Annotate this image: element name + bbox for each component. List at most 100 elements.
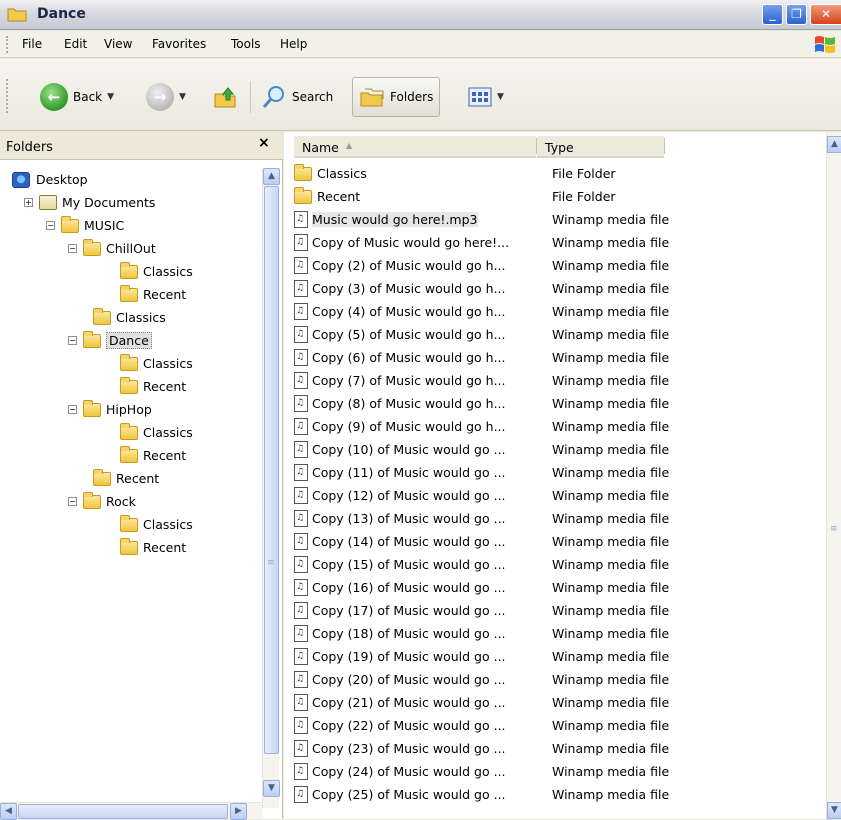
tree-item-rock-classics[interactable]: Classics (120, 513, 193, 536)
list-item[interactable]: Copy (24) of Music would go ... Winamp m… (294, 760, 669, 783)
forward-dropdown-icon[interactable]: ▼ (179, 92, 186, 102)
list-item[interactable]: Copy (19) of Music would go ... Winamp m… (294, 645, 669, 668)
collapse-icon[interactable]: − (68, 405, 77, 414)
mp3-file-icon (294, 763, 308, 780)
tree-item-hiphop-classics[interactable]: Classics (120, 421, 193, 444)
scroll-down-icon[interactable]: ▼ (263, 780, 280, 797)
title-bar[interactable]: Dance _ ❐ ✕ (0, 0, 841, 30)
tree-item-dance[interactable]: − Dance (68, 329, 152, 352)
list-item[interactable]: Copy (11) of Music would go ... Winamp m… (294, 461, 669, 484)
scroll-right-icon[interactable]: ▶ (230, 803, 247, 820)
column-header-name[interactable]: Name ▲ (294, 136, 536, 158)
list-item[interactable]: Copy (10) of Music would go ... Winamp m… (294, 438, 669, 461)
tree-item-rock-recent[interactable]: Recent (120, 536, 186, 559)
tree-item-rock[interactable]: − Rock (68, 490, 136, 513)
list-item[interactable]: Copy (4) of Music would go h... Winamp m… (294, 300, 669, 323)
tree-item-chillout[interactable]: − ChillOut (68, 237, 156, 260)
scroll-thumb[interactable] (18, 804, 228, 819)
list-item[interactable]: Copy (20) of Music would go ... Winamp m… (294, 668, 669, 691)
maximize-button[interactable]: ❐ (786, 4, 807, 25)
scroll-up-icon[interactable]: ▲ (263, 168, 280, 185)
back-button[interactable]: ← Back ▼ (40, 79, 114, 115)
column-type-label: Type (545, 140, 574, 155)
tree-item-music[interactable]: − MUSIC (46, 214, 124, 237)
list-item[interactable]: Copy of Music would go here!... Winamp m… (294, 231, 669, 254)
tree-item-chillout-classics[interactable]: Classics (120, 260, 193, 283)
menu-help[interactable]: Help (280, 37, 307, 51)
tree-item-chillout-recent[interactable]: Recent (120, 283, 186, 306)
tree-item-dance-classics[interactable]: Classics (120, 352, 193, 375)
collapse-icon[interactable]: − (68, 244, 77, 253)
forward-button[interactable]: → ▼ (146, 79, 186, 115)
scroll-down-icon[interactable]: ▼ (827, 802, 841, 819)
file-list-vertical-scrollbar[interactable]: ▲ ≡ ▼ (826, 132, 841, 819)
back-dropdown-icon[interactable]: ▼ (107, 92, 114, 102)
views-icon (468, 87, 492, 107)
folders-button[interactable]: Folders (352, 77, 441, 117)
list-item[interactable]: Recent File Folder (294, 185, 616, 208)
scroll-up-icon[interactable]: ▲ (827, 136, 841, 153)
list-item[interactable]: Copy (6) of Music would go h... Winamp m… (294, 346, 669, 369)
menu-view[interactable]: View (104, 37, 132, 51)
tree-item-classics[interactable]: Classics (93, 306, 166, 329)
collapse-icon[interactable]: − (46, 221, 55, 230)
list-item[interactable]: Copy (13) of Music would go ... Winamp m… (294, 507, 669, 530)
mp3-file-icon (294, 326, 308, 343)
file-name: Copy (17) of Music would go ... (312, 603, 506, 618)
menu-edit[interactable]: Edit (64, 37, 87, 51)
list-item[interactable]: Copy (15) of Music would go ... Winamp m… (294, 553, 669, 576)
close-button[interactable]: ✕ (810, 4, 841, 25)
menubar-grip[interactable] (6, 36, 9, 53)
collapse-icon[interactable]: − (68, 497, 77, 506)
scroll-thumb[interactable] (264, 186, 279, 754)
folders-pane: Folders × Desktop + My Documents − MUSIC… (0, 132, 283, 820)
column-header-type[interactable]: Type (537, 136, 664, 158)
menu-file[interactable]: File (22, 37, 42, 51)
tree-item-dance-recent[interactable]: Recent (120, 375, 186, 398)
file-type: Winamp media file (552, 350, 670, 365)
folders-vertical-scrollbar[interactable]: ▲ ≡ ▼ (262, 168, 280, 808)
menu-tools[interactable]: Tools (231, 37, 261, 51)
tree-item-desktop[interactable]: Desktop (12, 168, 88, 191)
list-item[interactable]: Copy (2) of Music would go h... Winamp m… (294, 254, 669, 277)
expand-icon[interactable]: + (24, 198, 33, 207)
list-item[interactable]: Classics File Folder (294, 162, 616, 185)
list-item[interactable]: Copy (3) of Music would go h... Winamp m… (294, 277, 669, 300)
toolbar-grip[interactable] (6, 79, 9, 113)
close-folders-pane-button[interactable]: × (258, 135, 270, 151)
list-item[interactable]: Copy (16) of Music would go ... Winamp m… (294, 576, 669, 599)
mp3-file-icon (294, 671, 308, 688)
views-dropdown-icon[interactable]: ▼ (497, 92, 504, 102)
tree-item-hiphop[interactable]: − HipHop (68, 398, 152, 421)
folders-icon (360, 88, 384, 107)
list-item[interactable]: Music would go here!.mp3 Winamp media fi… (294, 208, 669, 231)
collapse-icon[interactable]: − (68, 336, 77, 345)
tree-item-label: ChillOut (106, 241, 156, 256)
list-item[interactable]: Copy (25) of Music would go ... Winamp m… (294, 783, 669, 806)
minimize-button[interactable]: _ (762, 4, 783, 25)
tree-item-my-documents[interactable]: + My Documents (24, 191, 155, 214)
menu-favorites[interactable]: Favorites (152, 37, 206, 51)
list-item[interactable]: Copy (12) of Music would go ... Winamp m… (294, 484, 669, 507)
list-item[interactable]: Copy (8) of Music would go h... Winamp m… (294, 392, 669, 415)
list-item[interactable]: Copy (23) of Music would go ... Winamp m… (294, 737, 669, 760)
list-item[interactable]: Copy (5) of Music would go h... Winamp m… (294, 323, 669, 346)
views-button[interactable]: ▼ (468, 79, 504, 115)
folders-horizontal-scrollbar[interactable]: ◀ ▶ (0, 802, 262, 820)
folders-pane-header: Folders × (0, 132, 283, 160)
list-item[interactable]: Copy (17) of Music would go ... Winamp m… (294, 599, 669, 622)
tree-item-recent[interactable]: Recent (93, 467, 159, 490)
scroll-left-icon[interactable]: ◀ (0, 803, 17, 820)
list-item[interactable]: Copy (14) of Music would go ... Winamp m… (294, 530, 669, 553)
file-name: Copy (6) of Music would go h... (312, 350, 506, 365)
search-button[interactable]: Search (261, 79, 333, 115)
list-item[interactable]: Copy (22) of Music would go ... Winamp m… (294, 714, 669, 737)
list-item[interactable]: Copy (7) of Music would go h... Winamp m… (294, 369, 669, 392)
list-item[interactable]: Copy (9) of Music would go h... Winamp m… (294, 415, 669, 438)
up-folder-button[interactable] (212, 79, 238, 115)
tree-item-hiphop-recent[interactable]: Recent (120, 444, 186, 467)
column-divider[interactable] (664, 138, 665, 154)
list-item[interactable]: Copy (18) of Music would go ... Winamp m… (294, 622, 669, 645)
file-type: File Folder (552, 189, 616, 204)
list-item[interactable]: Copy (21) of Music would go ... Winamp m… (294, 691, 669, 714)
